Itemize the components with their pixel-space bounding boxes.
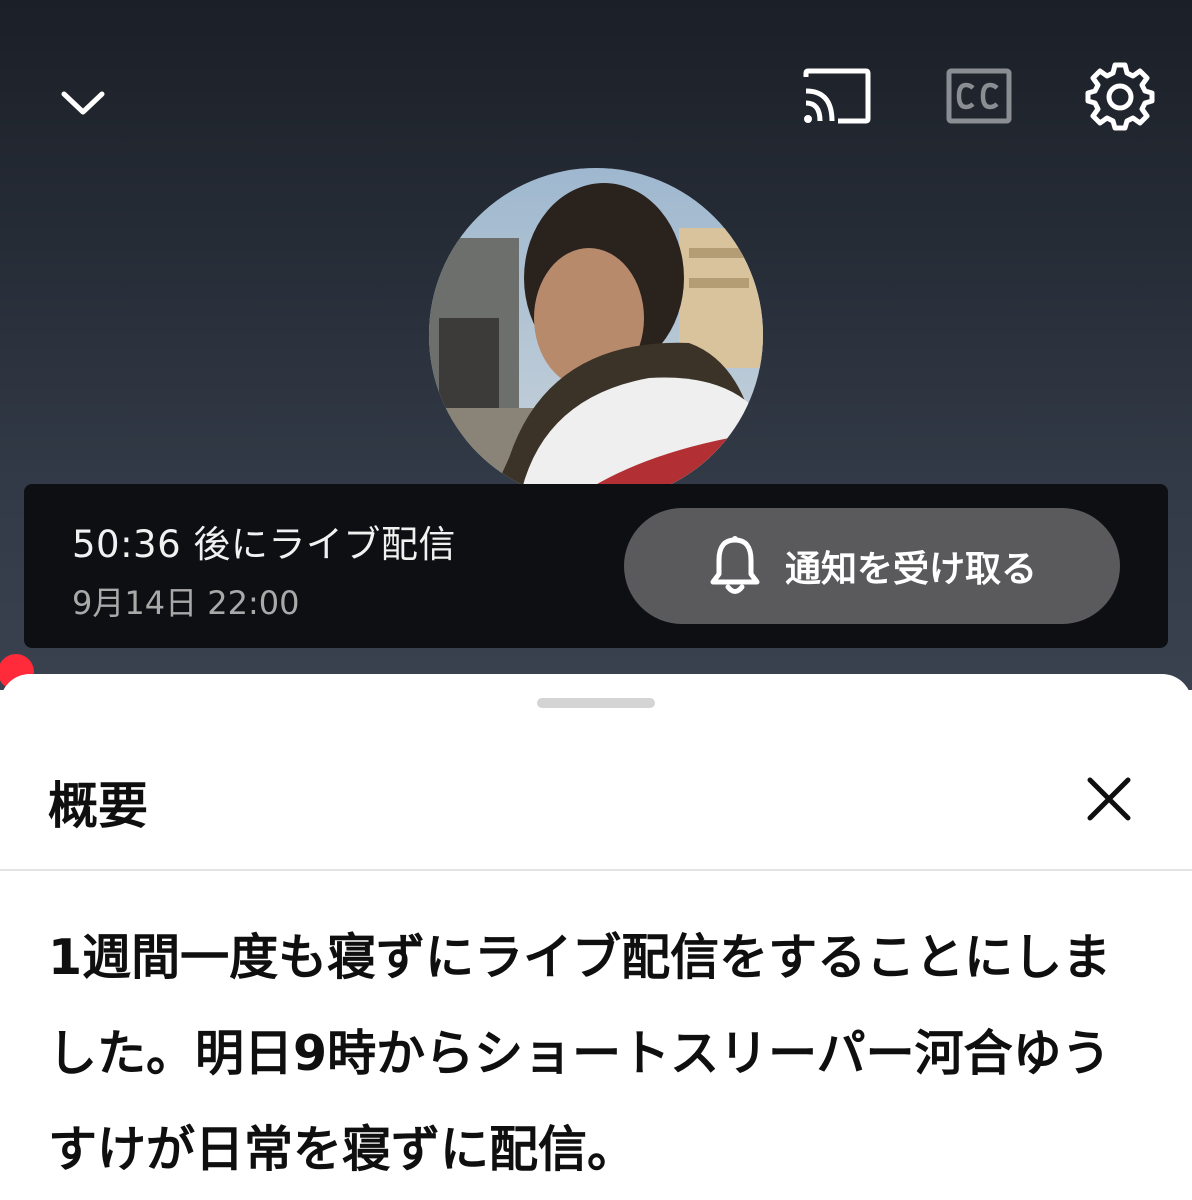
close-icon bbox=[1087, 777, 1131, 821]
gear-icon bbox=[1085, 62, 1155, 131]
notify-button-label: 通知を受け取る bbox=[784, 549, 1037, 590]
description-sheet: 概要 1週間一度も寝ずにライブ配信をすることにしました。明日9時からショートスリ… bbox=[0, 674, 1192, 1200]
channel-avatar bbox=[429, 168, 763, 502]
live-schedule-banner: 50:36 後にライブ配信 9月14日 22:00 通知を受け取る bbox=[24, 484, 1168, 648]
chevron-down-icon bbox=[61, 91, 105, 115]
video-player[interactable]: 50:36 後にライブ配信 9月14日 22:00 通知を受け取る bbox=[0, 0, 1192, 690]
cc-icon bbox=[946, 68, 1012, 124]
settings-button[interactable] bbox=[1082, 58, 1158, 134]
cast-button[interactable] bbox=[800, 64, 874, 128]
sheet-title: 概要 bbox=[48, 777, 148, 835]
scheduled-time: 9月14日 22:00 bbox=[72, 584, 300, 622]
description-text: 1週間一度も寝ずにライブ配信をすることにしました。明日9時からショートスリーパー… bbox=[48, 929, 1112, 1178]
collapse-button[interactable] bbox=[50, 70, 116, 136]
captions-button[interactable] bbox=[944, 66, 1014, 126]
sheet-drag-handle[interactable] bbox=[537, 698, 655, 708]
bell-icon bbox=[710, 536, 760, 594]
close-button[interactable] bbox=[1078, 768, 1140, 830]
live-countdown: 50:36 後にライブ配信 bbox=[72, 523, 456, 566]
cast-icon bbox=[803, 68, 871, 124]
divider bbox=[0, 869, 1192, 871]
avatar-photo bbox=[429, 168, 763, 502]
notify-button[interactable]: 通知を受け取る bbox=[624, 508, 1120, 624]
